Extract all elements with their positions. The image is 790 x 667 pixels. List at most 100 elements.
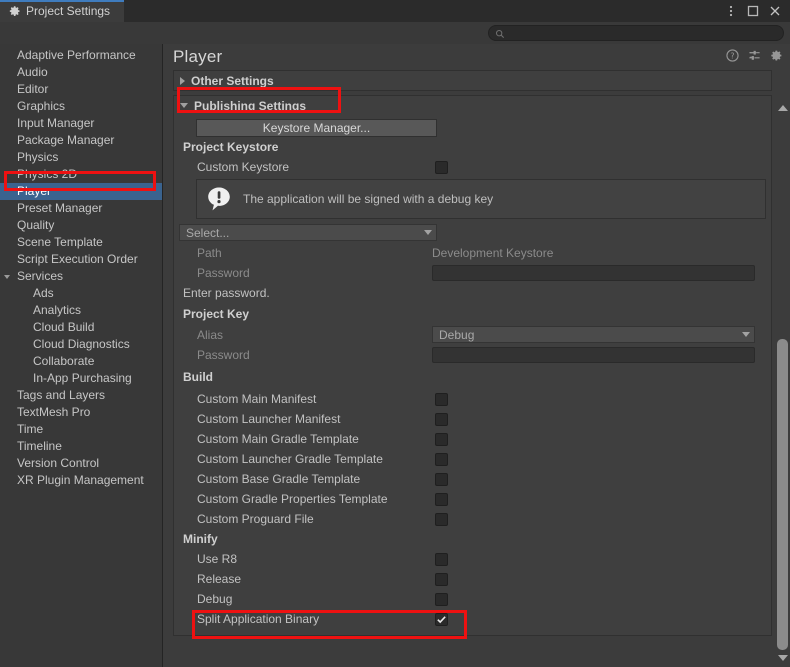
option-label: Custom Base Gradle Template xyxy=(197,472,361,486)
close-icon[interactable] xyxy=(768,5,781,18)
option-checkbox[interactable] xyxy=(435,432,448,446)
sidebar-item-collaborate[interactable]: Collaborate xyxy=(0,353,162,370)
search-box[interactable] xyxy=(488,25,784,41)
sidebar-item-version-control[interactable]: Version Control xyxy=(0,455,162,472)
window-controls xyxy=(724,0,790,22)
sidebar-item-physics[interactable]: Physics xyxy=(0,149,162,166)
sidebar-item-input-manager[interactable]: Input Manager xyxy=(0,115,162,132)
sidebar-item-label: Script Execution Order xyxy=(17,252,138,266)
sidebar-item-adaptive-performance[interactable]: Adaptive Performance xyxy=(0,47,162,64)
search-input[interactable] xyxy=(505,26,755,40)
option-row[interactable]: Custom Main Gradle Template xyxy=(174,429,771,449)
key-alias-value: Debug xyxy=(439,327,475,342)
publishing-settings-header[interactable]: Publishing Settings xyxy=(174,96,771,115)
split-application-binary-row[interactable]: Split Application Binary xyxy=(174,609,771,629)
sidebar-item-analytics[interactable]: Analytics xyxy=(0,302,162,319)
gear-icon[interactable] xyxy=(770,49,783,62)
section-publishing-settings[interactable]: Publishing Settings Keystore Manager... … xyxy=(173,95,772,636)
split-application-binary-checkbox[interactable] xyxy=(435,612,448,626)
sidebar-item-audio[interactable]: Audio xyxy=(0,64,162,81)
vertical-scrollbar[interactable] xyxy=(776,103,789,663)
sidebar-item-cloud-build[interactable]: Cloud Build xyxy=(0,319,162,336)
sidebar-item-timeline[interactable]: Timeline xyxy=(0,438,162,455)
sidebar-item-time[interactable]: Time xyxy=(0,421,162,438)
sidebar-item-services[interactable]: Services xyxy=(0,268,162,285)
sidebar-item-tags-and-layers[interactable]: Tags and Layers xyxy=(0,387,162,404)
preset-sliders-icon[interactable] xyxy=(748,49,761,62)
keystore-select-value: Select... xyxy=(186,225,230,240)
warning-bubble-icon xyxy=(206,186,232,212)
tab-project-settings[interactable]: Project Settings xyxy=(0,0,125,22)
sidebar-item-label: In-App Purchasing xyxy=(33,371,132,385)
sidebar-item-graphics[interactable]: Graphics xyxy=(0,98,162,115)
option-row[interactable]: Custom Proguard File xyxy=(174,509,771,529)
sidebar-item-ads[interactable]: Ads xyxy=(0,285,162,302)
option-row[interactable]: Release xyxy=(174,569,771,589)
option-row[interactable]: Use R8 xyxy=(174,549,771,569)
sidebar-item-physics-2d[interactable]: Physics 2D xyxy=(0,166,162,183)
sidebar-item-scene-template[interactable]: Scene Template xyxy=(0,234,162,251)
option-row[interactable]: Custom Base Gradle Template xyxy=(174,469,771,489)
keystore-select-row[interactable]: Select... xyxy=(174,223,771,243)
option-checkbox[interactable] xyxy=(435,512,448,526)
other-settings-header[interactable]: Other Settings xyxy=(174,71,771,90)
sidebar-item-editor[interactable]: Editor xyxy=(0,81,162,98)
sidebar-item-label: Physics 2D xyxy=(17,167,78,181)
option-label: Custom Main Manifest xyxy=(197,392,317,406)
kebab-menu-icon[interactable] xyxy=(724,5,737,18)
option-label: Custom Gradle Properties Template xyxy=(197,492,388,506)
sidebar-item-xr-plugin-management[interactable]: XR Plugin Management xyxy=(0,472,162,489)
option-row[interactable]: Custom Launcher Manifest xyxy=(174,409,771,429)
key-password-input[interactable] xyxy=(432,347,755,363)
keystore-manager-button[interactable]: Keystore Manager... xyxy=(196,119,437,137)
option-checkbox[interactable] xyxy=(435,412,448,426)
option-checkbox[interactable] xyxy=(435,452,448,466)
sidebar-item-player[interactable]: Player xyxy=(0,183,162,200)
option-checkbox[interactable] xyxy=(435,492,448,506)
sidebar-item-label: Player xyxy=(17,184,52,198)
scrollbar-thumb[interactable] xyxy=(777,339,788,650)
chevron-down-icon[interactable] xyxy=(4,275,10,282)
custom-keystore-checkbox[interactable] xyxy=(435,160,448,174)
option-row[interactable]: Custom Launcher Gradle Template xyxy=(174,449,771,469)
scroll-down-arrow-icon[interactable] xyxy=(778,655,788,661)
key-alias-dropdown[interactable]: Debug xyxy=(432,326,755,343)
option-checkbox[interactable] xyxy=(435,572,448,586)
key-password-row[interactable]: Password xyxy=(174,345,771,365)
maximize-icon[interactable] xyxy=(746,5,759,18)
sidebar-item-label: Scene Template xyxy=(17,235,103,249)
page-header-icons: ? xyxy=(726,49,783,62)
sidebar-item-preset-manager[interactable]: Preset Manager xyxy=(0,200,162,217)
sidebar-item-label: Services xyxy=(17,269,64,283)
help-icon[interactable]: ? xyxy=(726,49,739,62)
inspector-content: Other Settings Publishing Settings Keyst… xyxy=(173,70,772,661)
option-checkbox[interactable] xyxy=(435,592,448,606)
option-row[interactable]: Custom Gradle Properties Template xyxy=(174,489,771,509)
option-checkbox[interactable] xyxy=(435,552,448,566)
toolbar xyxy=(0,22,790,44)
sidebar-item-label: Preset Manager xyxy=(17,201,103,215)
settings-sidebar[interactable]: Adaptive Performance Audio Editor Graphics I… xyxy=(0,44,163,667)
option-checkbox[interactable] xyxy=(435,472,448,486)
password-note: Enter password. xyxy=(183,286,270,300)
sidebar-item-script-execution-order[interactable]: Script Execution Order xyxy=(0,251,162,268)
sidebar-item-package-manager[interactable]: Package Manager xyxy=(0,132,162,149)
scroll-up-arrow-icon[interactable] xyxy=(778,105,788,111)
chevron-right-icon xyxy=(180,76,185,85)
option-checkbox[interactable] xyxy=(435,392,448,406)
sidebar-item-cloud-diagnostics[interactable]: Cloud Diagnostics xyxy=(0,336,162,353)
option-row[interactable]: Debug xyxy=(174,589,771,609)
sidebar-item-label: Adaptive Performance xyxy=(17,48,136,62)
custom-keystore-row[interactable]: Custom Keystore xyxy=(174,157,771,177)
sidebar-item-textmesh-pro[interactable]: TextMesh Pro xyxy=(0,404,162,421)
sidebar-item-quality[interactable]: Quality xyxy=(0,217,162,234)
sidebar-item-label: Timeline xyxy=(17,439,62,453)
keystore-password-row[interactable]: Password xyxy=(174,263,771,283)
sidebar-item-in-app-purchasing[interactable]: In-App Purchasing xyxy=(0,370,162,387)
chevron-down-icon xyxy=(742,332,750,337)
key-alias-row[interactable]: Alias Debug xyxy=(174,325,771,345)
option-row[interactable]: Custom Main Manifest xyxy=(174,389,771,409)
section-other-settings[interactable]: Other Settings xyxy=(173,70,772,91)
keystore-password-input[interactable] xyxy=(432,265,755,281)
keystore-select-dropdown[interactable]: Select... xyxy=(179,224,437,241)
